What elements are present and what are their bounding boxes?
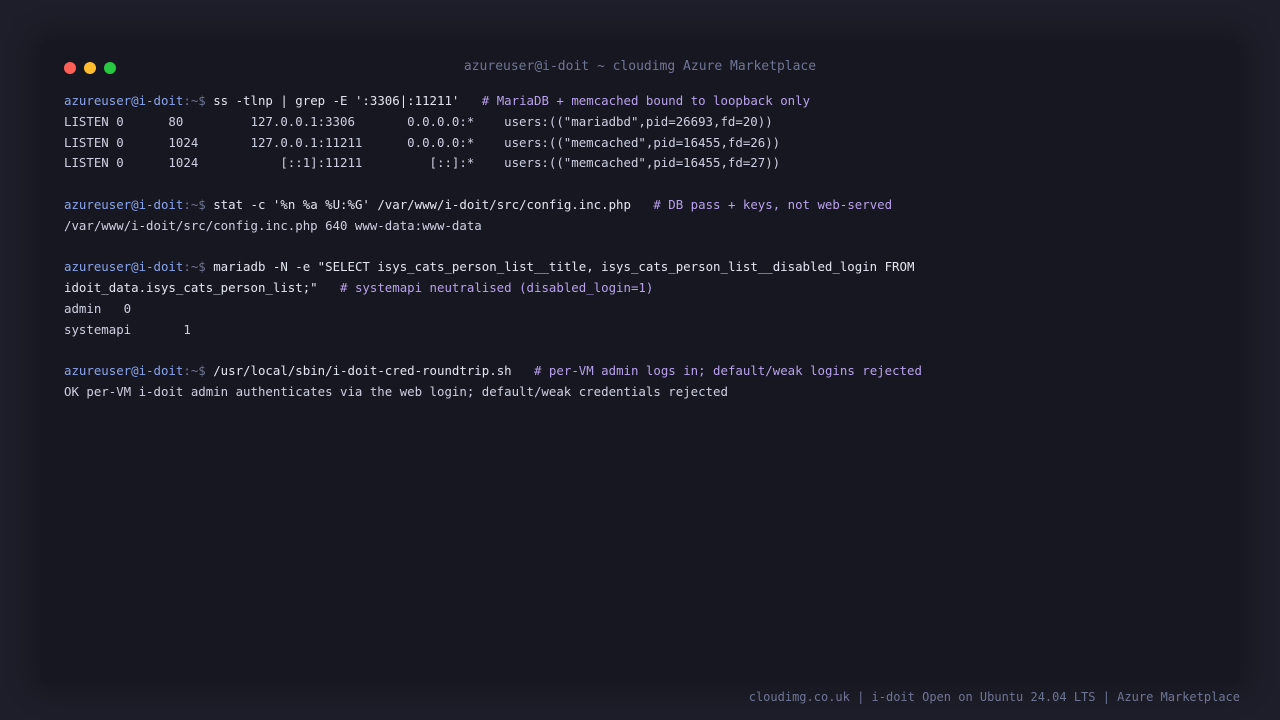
terminal-window: azureuser@i-doit ~ cloudimg Azure Market… <box>40 40 1240 684</box>
command-text: stat -c '%n %a %U:%G' /var/www/i-doit/sr… <box>213 196 631 212</box>
command-line: azureuser@i-doit:~$ /usr/local/sbin/i-do… <box>64 361 1224 382</box>
prompt-separator: :~$ <box>183 93 206 108</box>
prompt-separator: :~$ <box>183 363 206 379</box>
command-comment: # DB pass + keys, not web-served <box>653 196 893 212</box>
prompt-user-host: azureuser@i-doit <box>64 93 184 108</box>
prompt-user-host: azureuser@i-doit <box>64 259 184 275</box>
command-text: mariadb -N -e "SELECT isys_cats_person_l… <box>213 259 915 275</box>
output-line: admin 0 <box>64 300 132 316</box>
prompt-user-host: azureuser@i-doit <box>64 363 184 379</box>
output-line: LISTEN 0 80 127.0.0.1:3306 0.0.0.0:* use… <box>64 113 773 129</box>
output-line: LISTEN 0 1024 [::1]:11211 [::]:* users:(… <box>64 155 781 171</box>
command-text: idoit_data.isys_cats_person_list;" <box>64 280 318 296</box>
command-text: ss -tlnp | grep -E ':3306|:11211' <box>213 93 460 108</box>
prompt-separator: :~$ <box>183 196 206 212</box>
command-comment: # systemapi neutralised (disabled_login=… <box>340 280 654 296</box>
terminal-output[interactable]: azureuser@i-doit:~$ ss -tlnp | grep -E '… <box>64 91 1224 403</box>
output-line: /var/www/i-doit/src/config.inc.php 640 w… <box>64 217 482 233</box>
command-comment: # per-VM admin logs in; default/weak log… <box>534 363 922 379</box>
output-line: systemapi 1 <box>64 321 191 337</box>
command-line: azureuser@i-doit:~$ ss -tlnp | grep -E '… <box>64 91 1224 112</box>
command-line: azureuser@i-doit:~$ stat -c '%n %a %U:%G… <box>64 195 1224 216</box>
output-line: LISTEN 0 1024 127.0.0.1:11211 0.0.0.0:* … <box>64 134 781 150</box>
command-continuation: idoit_data.isys_cats_person_list;" # sys… <box>64 278 1224 299</box>
window-title: azureuser@i-doit ~ cloudimg Azure Market… <box>463 59 817 74</box>
output-line: OK per-VM i-doit admin authenticates via… <box>64 384 728 400</box>
command-text: /usr/local/sbin/i-doit-cred-roundtrip.sh <box>213 363 512 379</box>
prompt-user-host: azureuser@i-doit <box>64 196 184 212</box>
prompt-separator: :~$ <box>183 259 206 275</box>
command-comment: # MariaDB + memcached bound to loopback … <box>481 93 811 108</box>
footer-caption: cloudimg.co.uk | i-doit Open on Ubuntu 2… <box>748 690 1240 704</box>
command-line: azureuser@i-doit:~$ mariadb -N -e "SELEC… <box>64 257 1224 278</box>
title-bar: azureuser@i-doit ~ cloudimg Azure Market… <box>40 40 1240 96</box>
